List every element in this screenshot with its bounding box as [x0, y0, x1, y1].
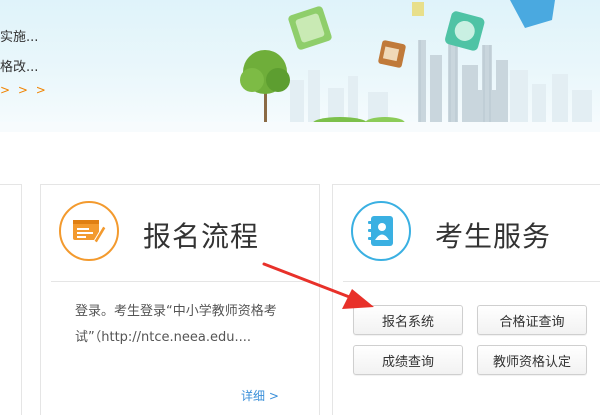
- detail-link[interactable]: 详细 >: [241, 387, 279, 404]
- main-content: 报名流程 登录。考生登录“中小学教师资格考试”（http://ntce.neea…: [0, 132, 600, 415]
- score-query-button[interactable]: 成绩查询: [353, 345, 463, 375]
- partial-card: [0, 184, 22, 415]
- registration-system-button[interactable]: 报名系统: [353, 305, 463, 335]
- certificate-query-button[interactable]: 合格证查询: [477, 305, 587, 335]
- more-news-link[interactable]: > > >: [0, 83, 48, 97]
- card-description: 登录。考生登录“中小学教师资格考试”（http://ntce.neea.edu.…: [75, 304, 277, 345]
- hero-banner: 实施... 格改... > > >: [0, 0, 600, 132]
- card-divider: [51, 281, 309, 282]
- banner-ground: [0, 122, 600, 132]
- teacher-cert-button[interactable]: 教师资格认定: [477, 345, 587, 375]
- form-pen-icon: [59, 201, 119, 261]
- address-book-icon: [351, 201, 411, 261]
- card-title: 报名流程: [143, 220, 260, 253]
- news-item[interactable]: 格改...: [0, 56, 38, 75]
- card-title: 考生服务: [435, 220, 552, 253]
- registration-flow-card: 报名流程 登录。考生登录“中小学教师资格考试”（http://ntce.neea…: [40, 184, 320, 415]
- card-divider: [343, 281, 600, 282]
- news-item[interactable]: 实施...: [0, 26, 38, 45]
- city-skyline-illustration: [240, 0, 592, 131]
- candidate-services-card: 考生服务 报名系统 合格证查询 成绩查询 教师资格认定: [332, 184, 600, 415]
